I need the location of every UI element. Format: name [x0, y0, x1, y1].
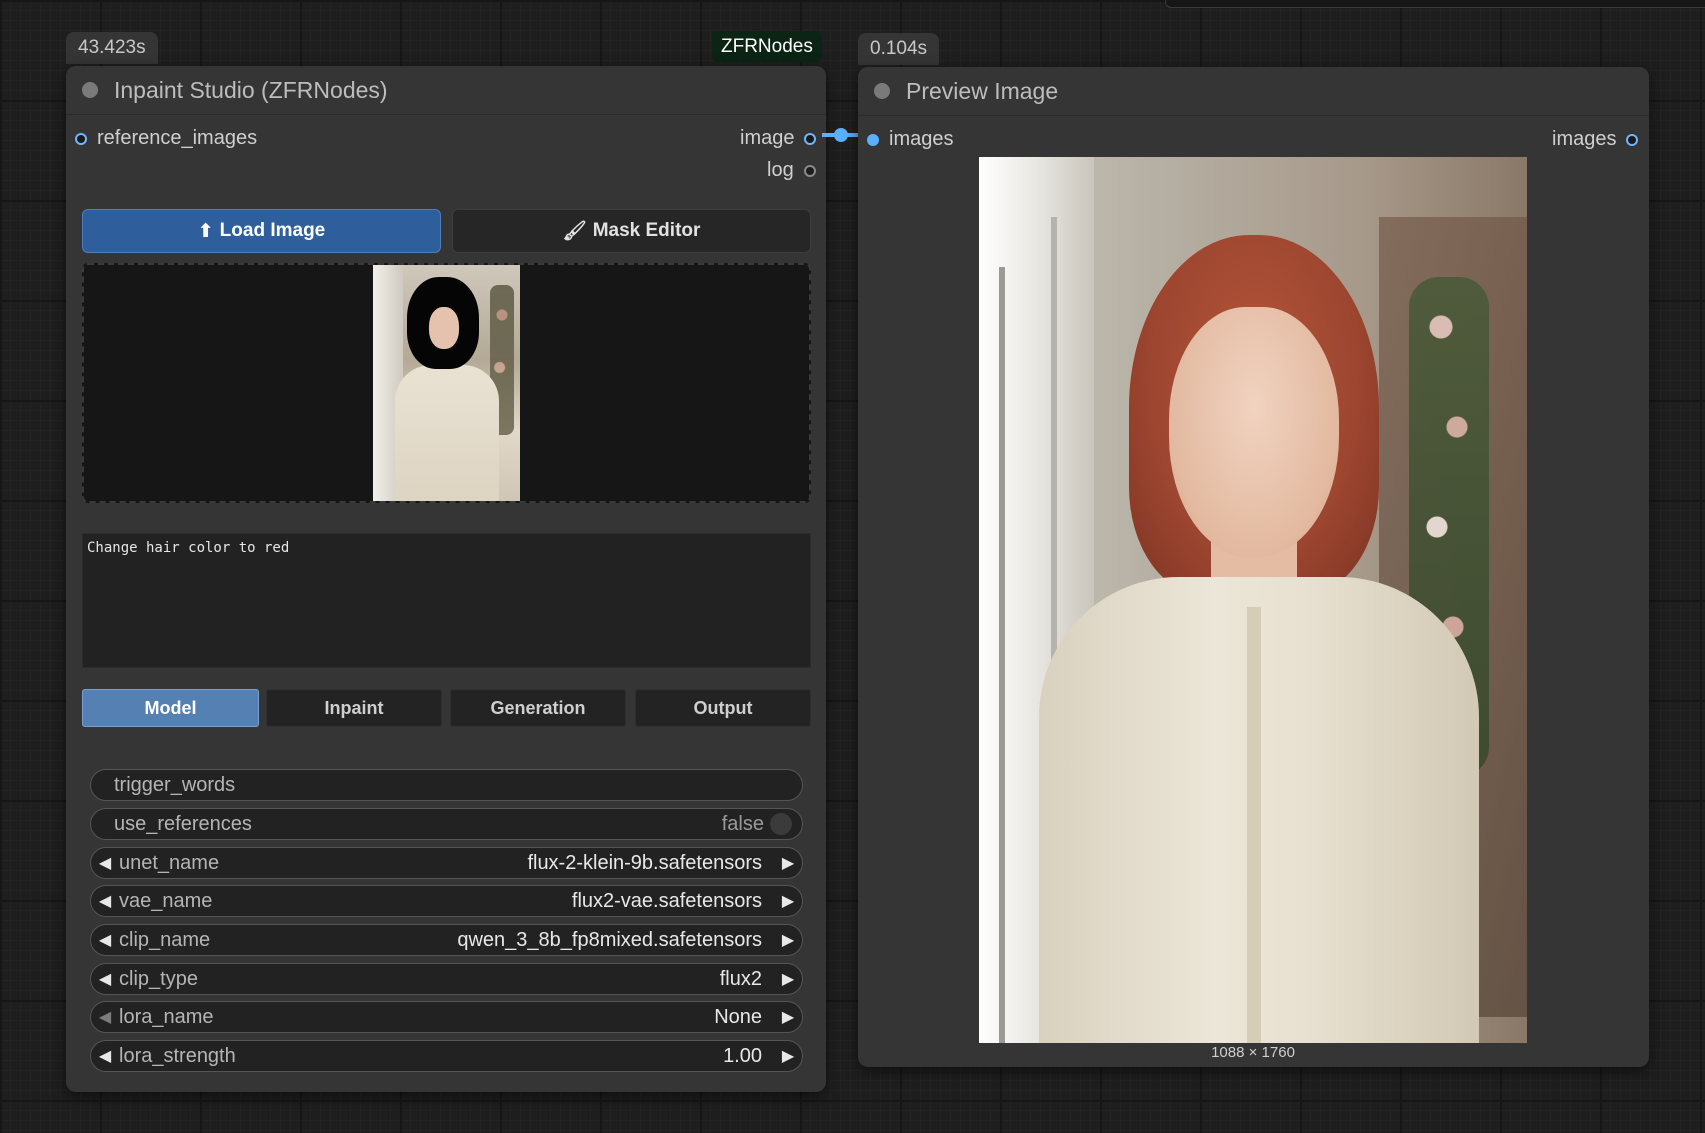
widget-label: vae_name — [119, 889, 213, 912]
output-slot-label: images — [1552, 128, 1617, 150]
widget-value: 1.00 — [723, 1044, 762, 1067]
unet-name-combo[interactable]: ◀ unet_name flux-2-klein-9b.safetensors … — [90, 847, 803, 879]
input-dot-icon[interactable] — [75, 132, 87, 145]
input-slot-reference-images[interactable]: reference_images — [75, 127, 257, 150]
input-slot-label: reference_images — [97, 127, 258, 149]
widget-label: use_references — [114, 812, 252, 835]
widget-label: clip_type — [119, 967, 198, 990]
arrow-right-icon[interactable]: ▶ — [774, 853, 802, 873]
output-slot-label: log — [767, 159, 794, 181]
prompt-textarea[interactable]: Change hair color to red — [82, 533, 811, 668]
input-slot-label: images — [889, 128, 954, 150]
image-dimensions-caption: 1088 × 1760 — [1211, 1044, 1295, 1061]
output-dot-icon[interactable] — [804, 132, 817, 145]
arrow-left-icon[interactable]: ◀ — [91, 930, 119, 950]
widget-label: clip_name — [119, 928, 211, 951]
brush-icon: 🖌 — [562, 221, 587, 242]
arrow-left-icon[interactable]: ◀ — [91, 1007, 119, 1027]
link-midpoint-icon[interactable] — [834, 128, 848, 142]
masked-image-thumbnail — [373, 265, 520, 501]
widget-value: qwen_3_8b_fp8mixed.safetensors — [457, 928, 762, 951]
lora-name-combo[interactable]: ◀ lora_name None ▶ — [90, 1001, 803, 1033]
node-source-badge: ZFRNodes — [712, 31, 822, 62]
upload-arrow-icon: ⬆ — [197, 220, 214, 242]
tab-output[interactable]: Output — [635, 689, 811, 727]
widget-value: flux2 — [719, 967, 762, 990]
widget-label: trigger_words — [114, 773, 236, 796]
clip-name-combo[interactable]: ◀ clip_name qwen_3_8b_fp8mixed.safetenso… — [90, 924, 803, 956]
tab-generation[interactable]: Generation — [450, 689, 626, 727]
arrow-left-icon[interactable]: ◀ — [91, 853, 119, 873]
vae-name-combo[interactable]: ◀ vae_name flux2-vae.safetensors ▶ — [90, 885, 803, 917]
arrow-right-icon[interactable]: ▶ — [774, 1007, 802, 1027]
load-image-label: Load Image — [219, 220, 326, 241]
node-header[interactable]: Inpaint Studio (ZFRNodes) — [66, 66, 826, 115]
node-header[interactable]: Preview Image — [858, 67, 1649, 116]
arrow-right-icon[interactable]: ▶ — [774, 969, 802, 989]
output-slot-images[interactable]: images — [1552, 128, 1639, 151]
execution-time-badge: 43.423s — [66, 32, 158, 64]
input-dot-icon[interactable] — [867, 133, 879, 146]
collapse-dot-icon[interactable] — [874, 83, 890, 99]
widget-label: lora_name — [119, 1005, 214, 1028]
canvas-top-panel — [1165, 0, 1705, 8]
mask-editor-button[interactable]: 🖌 Mask Editor — [452, 209, 811, 253]
output-slot-image[interactable]: image — [740, 127, 817, 150]
node-title: Inpaint Studio (ZFRNodes) — [114, 76, 388, 103]
collapse-dot-icon[interactable] — [82, 82, 98, 98]
use-references-toggle[interactable]: use_references false — [90, 808, 803, 840]
arrow-right-icon[interactable]: ▶ — [774, 891, 802, 911]
widget-label: unet_name — [119, 851, 220, 874]
output-dot-icon[interactable] — [1626, 133, 1639, 146]
widget-value: flux2-vae.safetensors — [571, 889, 762, 912]
toggle-knob-icon[interactable] — [770, 813, 792, 835]
preview-image[interactable] — [979, 157, 1527, 1043]
clip-type-combo[interactable]: ◀ clip_type flux2 ▶ — [90, 963, 803, 995]
lora-strength-number[interactable]: ◀ lora_strength 1.00 ▶ — [90, 1040, 803, 1072]
output-slot-log[interactable]: log — [767, 159, 816, 182]
execution-time-badge: 0.104s — [858, 33, 940, 65]
arrow-right-icon[interactable]: ▶ — [774, 1046, 802, 1066]
trigger-words-input[interactable]: trigger_words — [90, 769, 803, 801]
arrow-left-icon[interactable]: ◀ — [91, 1046, 119, 1066]
arrow-right-icon[interactable]: ▶ — [774, 930, 802, 950]
widget-label: lora_strength — [119, 1044, 236, 1067]
load-image-button[interactable]: ⬆ Load Image — [82, 209, 441, 253]
image-preview-area[interactable] — [82, 263, 811, 503]
mask-editor-label: Mask Editor — [592, 220, 701, 241]
arrow-left-icon[interactable]: ◀ — [91, 891, 119, 911]
output-slot-label: image — [740, 127, 795, 149]
arrow-left-icon[interactable]: ◀ — [91, 969, 119, 989]
widget-value: false — [721, 812, 764, 835]
output-dot-icon[interactable] — [803, 164, 816, 177]
node-title: Preview Image — [906, 77, 1059, 104]
input-slot-images[interactable]: images — [867, 128, 953, 151]
widget-value: flux-2-klein-9b.safetensors — [527, 851, 762, 874]
tab-inpaint[interactable]: Inpaint — [266, 689, 442, 727]
tab-model[interactable]: Model — [82, 689, 259, 727]
widget-value: None — [714, 1005, 762, 1028]
